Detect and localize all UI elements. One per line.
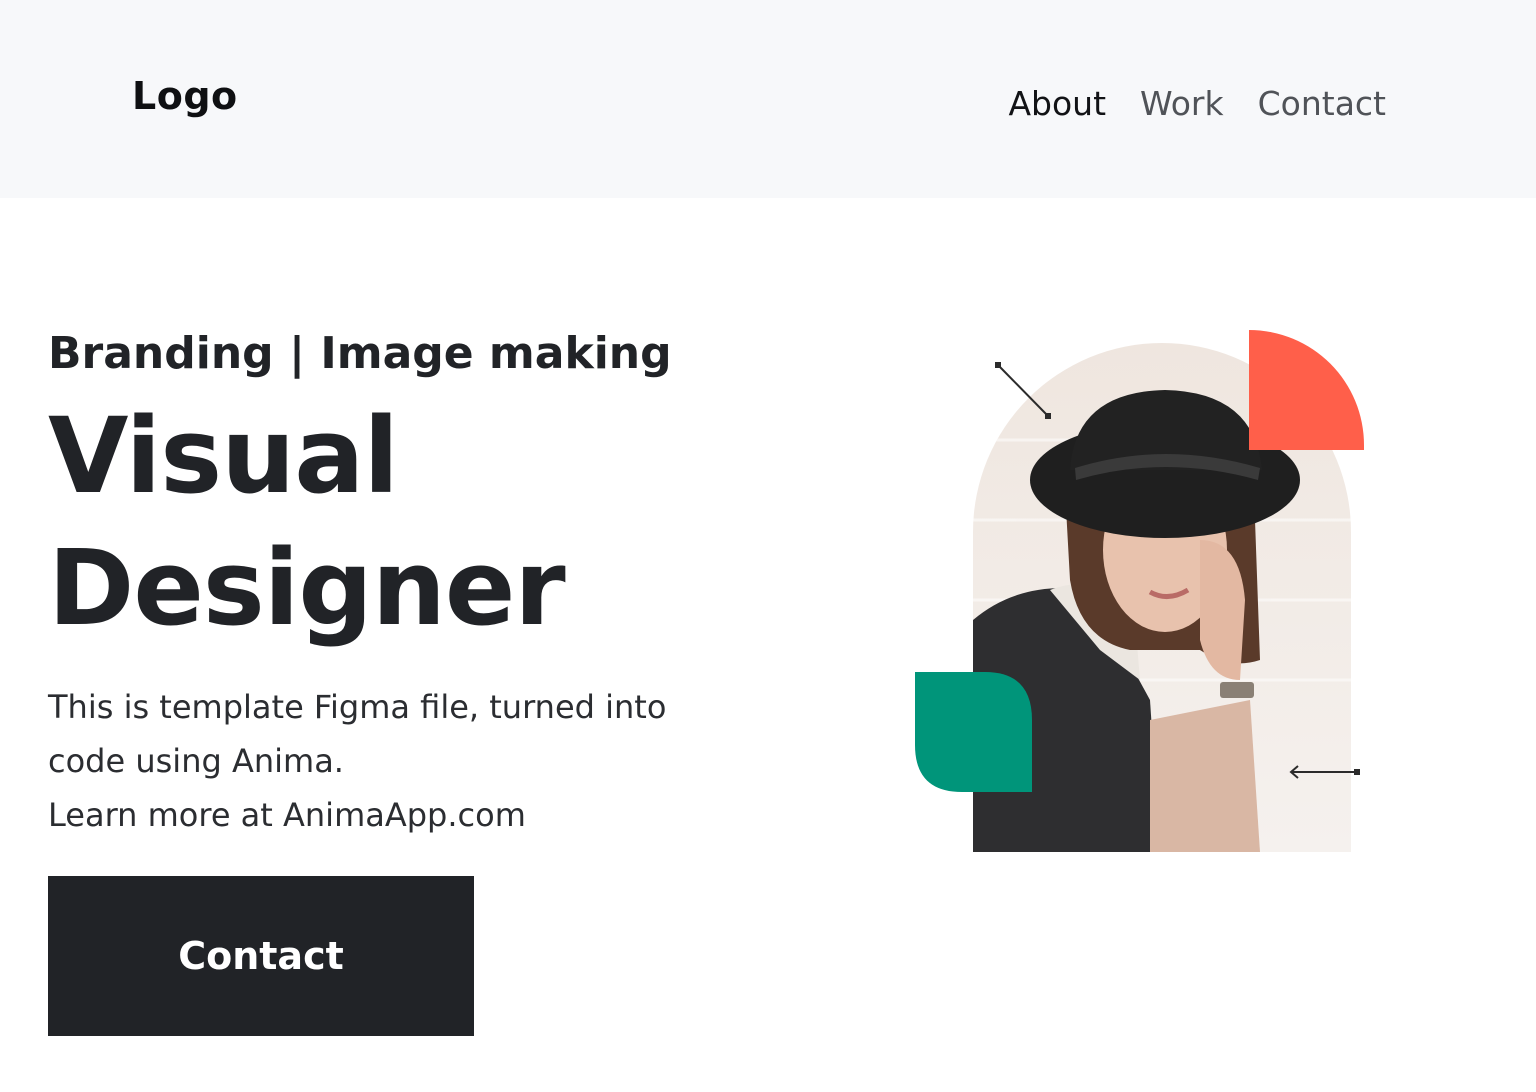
- nav-link-work[interactable]: Work: [1140, 82, 1224, 126]
- coral-quarter-shape: [1249, 330, 1364, 450]
- contact-button[interactable]: Contact: [48, 876, 474, 1036]
- green-leaf-shape: [915, 672, 1032, 792]
- hero-title: Visual Designer: [48, 390, 566, 654]
- hero-title-line-1: Visual: [48, 395, 399, 517]
- description-text: This is template Figma file, turned into…: [48, 688, 667, 780]
- hero-title-line-2: Designer: [48, 527, 566, 649]
- hero-subtitle: Branding | Image making: [48, 328, 672, 379]
- logo[interactable]: Logo: [132, 72, 238, 120]
- hero-description: This is template Figma file, turned into…: [48, 680, 728, 842]
- main-nav: About Work Contact: [1008, 82, 1386, 126]
- nav-link-contact[interactable]: Contact: [1258, 82, 1386, 126]
- nav-link-about[interactable]: About: [1008, 82, 1106, 126]
- description-link-text: Learn more at AnimaApp.com: [48, 796, 526, 834]
- hero-illustration: [915, 330, 1364, 852]
- site-header: Logo About Work Contact: [0, 0, 1536, 198]
